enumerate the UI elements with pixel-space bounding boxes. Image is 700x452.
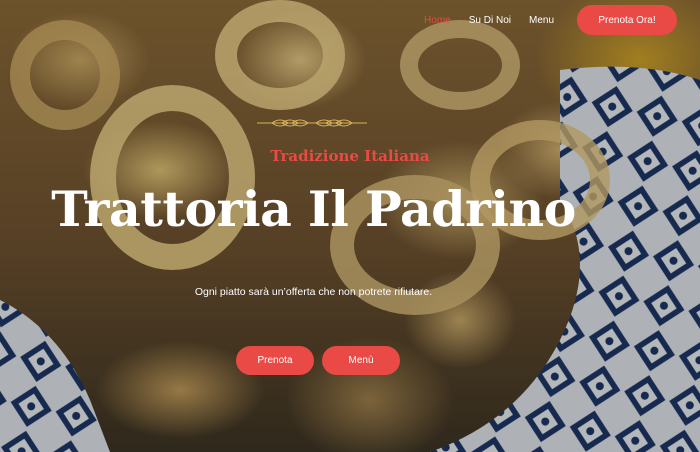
top-nav: Home Su Di Noi Menu Prenota Ora! <box>424 5 677 35</box>
nav-item-menu[interactable]: Menu <box>529 15 554 26</box>
hero-subtitle: Ogni piatto sarà un’offerta che non potr… <box>194 286 433 298</box>
book-now-button[interactable]: Prenota Ora! <box>577 5 677 35</box>
prenota-button[interactable]: Prenota <box>236 346 314 375</box>
wheat-ornament-icon <box>257 119 367 127</box>
hero-section: Home Su Di Noi Menu Prenota Ora! Tradizi… <box>0 0 700 452</box>
menu-button[interactable]: Menù <box>322 346 400 375</box>
nav-item-su-di-noi[interactable]: Su Di Noi <box>469 15 511 26</box>
hero-tagline: Tradizione Italiana <box>270 147 430 165</box>
hero-buttons: Prenota Menù <box>236 346 408 375</box>
hero-title: Trattoria Il Padrino <box>51 180 576 238</box>
nav-item-home[interactable]: Home <box>424 15 451 26</box>
